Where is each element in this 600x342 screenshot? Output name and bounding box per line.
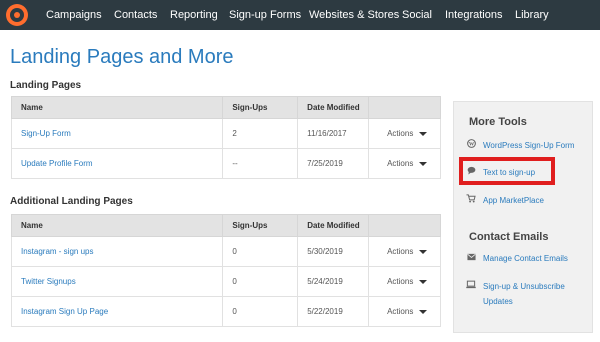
caret-down-icon: [419, 131, 428, 136]
table-header-row: Name Sign-Ups Date Modified: [10, 96, 441, 119]
table-row: Twitter Signups 0 5/24/2019 Actions: [10, 266, 441, 297]
highlight-box: [459, 157, 555, 185]
column-header-name[interactable]: Name: [10, 214, 224, 237]
column-header-signups[interactable]: Sign-Ups: [222, 96, 299, 119]
actions-label: Actions: [387, 129, 414, 138]
column-header-signups[interactable]: Sign-Ups: [222, 214, 299, 237]
wordpress-sign-up-form-link[interactable]: W WordPress Sign-Up Form: [466, 139, 574, 150]
actions-dropdown[interactable]: Actions: [368, 148, 441, 179]
nav-websites-stores[interactable]: Websites & Stores: [309, 0, 399, 30]
column-header-actions: [368, 96, 441, 119]
row-name-link[interactable]: Instagram - sign ups: [10, 236, 224, 267]
nav-library[interactable]: Library: [515, 0, 549, 30]
actions-label: Actions: [387, 277, 414, 286]
sign-up-unsubscribe-updates-link[interactable]: Sign-up & Unsubscribe: [466, 280, 565, 291]
actions-dropdown[interactable]: Actions: [368, 296, 441, 327]
actions-label: Actions: [387, 247, 414, 256]
caret-down-icon: [419, 249, 428, 254]
caret-down-icon: [419, 161, 428, 166]
table-row: Instagram Sign Up Page 0 5/22/2019 Actio…: [10, 296, 441, 327]
wordpress-sign-up-form-label: WordPress Sign-Up Form: [483, 141, 575, 150]
row-date-modified: 5/30/2019: [297, 236, 370, 267]
row-signups: 0: [222, 296, 299, 327]
row-date-modified: 5/22/2019: [297, 296, 370, 327]
additional-landing-pages-title: Additional Landing Pages: [10, 196, 133, 207]
row-date-modified: 11/16/2017: [297, 118, 370, 149]
manage-contact-emails-link[interactable]: Manage Contact Emails: [466, 253, 568, 263]
page-title: Landing Pages and More: [10, 46, 234, 68]
nav-social[interactable]: Social: [402, 0, 432, 30]
app-marketplace-link[interactable]: App MarketPlace: [466, 194, 544, 205]
row-signups: --: [222, 148, 299, 179]
row-signups: 2: [222, 118, 299, 149]
actions-dropdown[interactable]: Actions: [368, 236, 441, 267]
cart-icon: [466, 194, 476, 205]
laptop-icon: [466, 280, 476, 291]
app-marketplace-label: App MarketPlace: [483, 196, 544, 205]
logo-icon[interactable]: [6, 4, 28, 26]
nav-campaigns[interactable]: Campaigns: [46, 0, 102, 30]
wordpress-icon: W: [466, 139, 476, 150]
nav-integrations[interactable]: Integrations: [445, 0, 502, 30]
row-date-modified: 5/24/2019: [297, 266, 370, 297]
column-header-name[interactable]: Name: [10, 96, 224, 119]
email-icon: [466, 253, 476, 263]
table-row: Instagram - sign ups 0 5/30/2019 Actions: [10, 236, 441, 267]
column-header-date-modified[interactable]: Date Modified: [297, 214, 370, 237]
landing-pages-table: Name Sign-Ups Date Modified Sign-Up Form…: [10, 96, 441, 179]
landing-pages-title: Landing Pages: [10, 80, 82, 91]
sign-up-unsubscribe-label: Sign-up & Unsubscribe: [483, 282, 565, 291]
actions-dropdown[interactable]: Actions: [368, 118, 441, 149]
more-tools-title: More Tools: [469, 116, 527, 128]
additional-landing-pages-table: Name Sign-Ups Date Modified Instagram - …: [10, 214, 441, 327]
sign-up-unsubscribe-label-line2[interactable]: Updates: [483, 297, 513, 306]
row-name-link[interactable]: Update Profile Form: [10, 148, 224, 179]
nav-sign-up-forms[interactable]: Sign-up Forms: [229, 0, 301, 30]
row-name-link[interactable]: Twitter Signups: [10, 266, 224, 297]
table-row: Update Profile Form -- 7/25/2019 Actions: [10, 148, 441, 179]
caret-down-icon: [419, 279, 428, 284]
row-signups: 0: [222, 266, 299, 297]
actions-dropdown[interactable]: Actions: [368, 266, 441, 297]
row-signups: 0: [222, 236, 299, 267]
column-header-actions: [368, 214, 441, 237]
row-date-modified: 7/25/2019: [297, 148, 370, 179]
caret-down-icon: [419, 309, 428, 314]
more-tools-panel: More Tools W WordPress Sign-Up Form Text…: [453, 101, 593, 333]
contact-emails-title: Contact Emails: [469, 231, 549, 243]
table-row: Sign-Up Form 2 11/16/2017 Actions: [10, 118, 441, 149]
row-name-link[interactable]: Instagram Sign Up Page: [10, 296, 224, 327]
nav-reporting[interactable]: Reporting: [170, 0, 218, 30]
actions-label: Actions: [387, 307, 414, 316]
svg-text:W: W: [468, 142, 474, 148]
column-header-date-modified[interactable]: Date Modified: [297, 96, 370, 119]
top-nav: Campaigns Contacts Reporting Sign-up For…: [0, 0, 600, 30]
table-header-row: Name Sign-Ups Date Modified: [10, 214, 441, 237]
manage-contact-emails-label: Manage Contact Emails: [483, 254, 568, 263]
nav-contacts[interactable]: Contacts: [114, 0, 157, 30]
row-name-link[interactable]: Sign-Up Form: [10, 118, 224, 149]
actions-label: Actions: [387, 159, 414, 168]
